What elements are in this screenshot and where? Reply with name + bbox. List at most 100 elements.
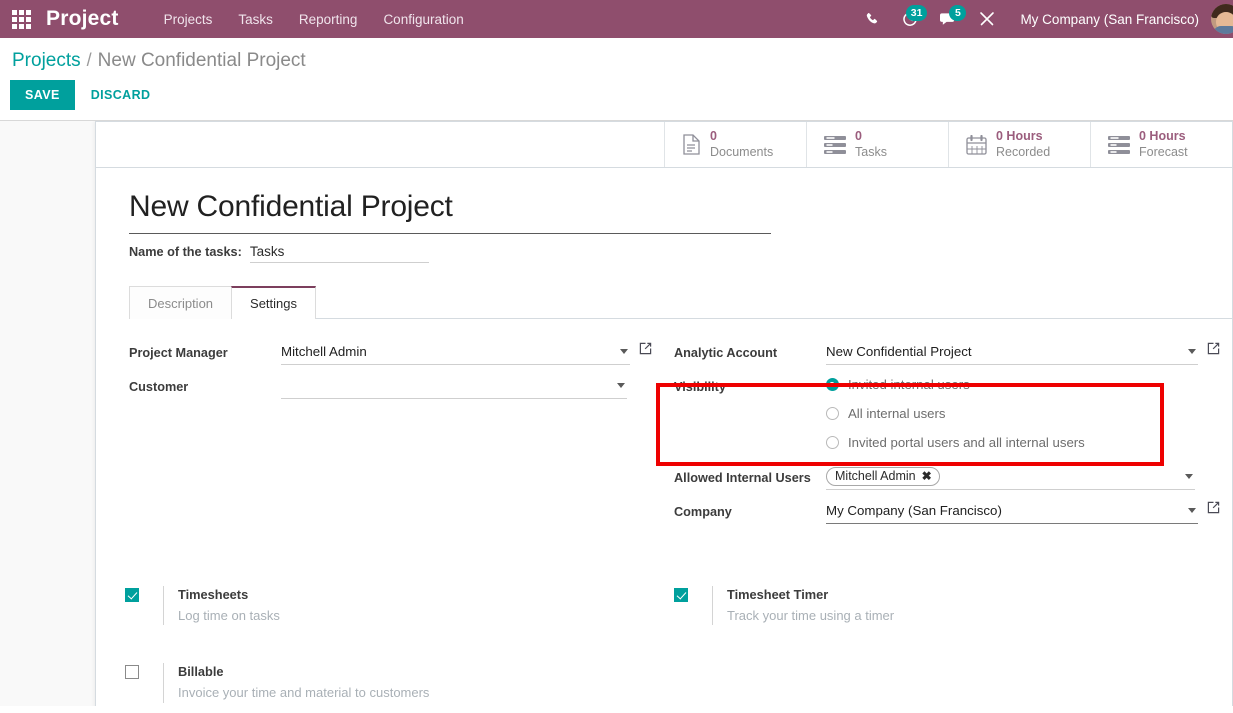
field-analytic-account: Analytic Account New Confidential Projec… bbox=[674, 341, 1220, 367]
radio-all-internal-users[interactable]: All internal users bbox=[826, 406, 1085, 421]
field-project-manager: Project Manager Mitchell Admin bbox=[129, 341, 652, 367]
allowed-users-input[interactable]: Mitchell Admin ✖ bbox=[826, 467, 1179, 486]
setting-timesheets: Timesheets Log time on tasks bbox=[96, 586, 664, 626]
stat-value: 0 bbox=[710, 129, 717, 144]
allowed-internal-users-label: Allowed Internal Users bbox=[674, 471, 811, 485]
menu-item-configuration[interactable]: Configuration bbox=[370, 2, 476, 37]
field-visibility: Visibility Invited internal users All in… bbox=[674, 375, 1220, 450]
chevron-down-icon[interactable] bbox=[620, 349, 628, 354]
stat-label: Recorded bbox=[996, 144, 1051, 159]
visibility-label: Visibility bbox=[674, 380, 726, 394]
main-menu: Projects Tasks Reporting Configuration bbox=[151, 2, 477, 37]
save-button[interactable]: SAVE bbox=[10, 80, 75, 110]
stat-label: Tasks bbox=[855, 144, 887, 159]
stat-value: 0 Hours bbox=[1139, 129, 1186, 144]
stat-button-hours-recorded[interactable]: 0 Hours Recorded bbox=[948, 122, 1090, 167]
setting-billable: Billable Invoice your time and material … bbox=[96, 663, 664, 703]
control-panel: Projects / New Confidential Project SAVE… bbox=[0, 38, 1233, 121]
stat-button-tasks[interactable]: 0 Tasks bbox=[806, 122, 948, 167]
external-link-icon[interactable] bbox=[639, 342, 652, 360]
tab-description[interactable]: Description bbox=[129, 286, 233, 319]
stat-value: 0 bbox=[855, 129, 862, 144]
content-area: 0 Documents 0 Tasks 0 Hours Recorded 0 H… bbox=[0, 121, 1233, 706]
timesheets-checkbox[interactable] bbox=[125, 588, 139, 602]
radio-indicator[interactable] bbox=[826, 378, 839, 391]
chevron-down-icon[interactable] bbox=[1185, 474, 1193, 479]
radio-invited-portal-and-internal-users[interactable]: Invited portal users and all internal us… bbox=[826, 435, 1085, 450]
document-icon bbox=[682, 134, 701, 155]
discard-button[interactable]: DISCARD bbox=[79, 80, 163, 110]
breadcrumb-projects-link[interactable]: Projects bbox=[12, 50, 81, 72]
tasks-name-label: Name of the tasks: bbox=[129, 245, 242, 259]
chevron-down-icon[interactable] bbox=[617, 383, 625, 388]
clock-activity-icon[interactable]: 31 bbox=[891, 0, 929, 38]
tasks-name-field: Name of the tasks: Tasks bbox=[129, 244, 429, 263]
menu-item-reporting[interactable]: Reporting bbox=[286, 2, 371, 37]
breadcrumb: Projects / New Confidential Project bbox=[0, 50, 1233, 80]
breadcrumb-separator: / bbox=[86, 50, 92, 70]
chat-bubble-icon[interactable]: 5 bbox=[929, 0, 968, 38]
form-column-right: Analytic Account New Confidential Projec… bbox=[664, 341, 1232, 534]
user-tag-label: Mitchell Admin bbox=[835, 469, 916, 483]
navbar-systray: 31 5 My Company (San Francisco) bbox=[854, 0, 1233, 38]
setting-description: Invoice your time and material to custom… bbox=[178, 684, 430, 700]
user-avatar[interactable] bbox=[1211, 4, 1233, 34]
forecast-list-icon bbox=[1108, 135, 1130, 154]
setting-timesheet-timer: Timesheet Timer Track your time using a … bbox=[664, 586, 1232, 626]
stat-button-documents[interactable]: 0 Documents bbox=[664, 122, 806, 167]
record-sheet: 0 Documents 0 Tasks 0 Hours Recorded 0 H… bbox=[95, 121, 1233, 706]
phone-icon[interactable] bbox=[854, 0, 891, 38]
tasks-name-input[interactable]: Tasks bbox=[249, 244, 429, 263]
setting-title: Timesheets bbox=[178, 587, 249, 602]
breadcrumb-current: New Confidential Project bbox=[97, 50, 306, 71]
field-allowed-internal-users: Allowed Internal Users Mitchell Admin ✖ bbox=[674, 466, 1220, 492]
external-link-icon[interactable] bbox=[1207, 342, 1220, 360]
app-brand-title[interactable]: Project bbox=[46, 7, 119, 31]
radio-label: Invited internal users bbox=[848, 377, 970, 392]
radio-indicator[interactable] bbox=[826, 436, 839, 449]
billable-checkbox[interactable] bbox=[125, 665, 139, 680]
calendar-icon bbox=[966, 134, 987, 155]
external-link-icon[interactable] bbox=[1207, 501, 1220, 519]
chevron-down-icon[interactable] bbox=[1188, 349, 1196, 354]
menu-item-tasks[interactable]: Tasks bbox=[225, 2, 286, 37]
top-navbar: Project Projects Tasks Reporting Configu… bbox=[0, 0, 1233, 38]
timesheet-timer-checkbox[interactable] bbox=[674, 588, 688, 602]
menu-item-projects[interactable]: Projects bbox=[151, 2, 226, 37]
setting-description: Log time on tasks bbox=[178, 607, 280, 623]
title-block: New Confidential Project Name of the tas… bbox=[96, 168, 1232, 263]
setting-title: Timesheet Timer bbox=[727, 587, 829, 602]
stat-label: Documents bbox=[710, 144, 774, 159]
tabs-filler bbox=[315, 285, 1232, 318]
project-manager-label: Project Manager bbox=[129, 346, 228, 360]
analytic-account-input[interactable]: New Confidential Project bbox=[826, 344, 1182, 359]
company-switcher[interactable]: My Company (San Francisco) bbox=[1006, 12, 1211, 27]
analytic-account-label: Analytic Account bbox=[674, 346, 778, 360]
activity-count-badge: 31 bbox=[905, 5, 928, 21]
apps-grid-icon[interactable] bbox=[4, 0, 38, 38]
radio-label: All internal users bbox=[848, 406, 946, 421]
record-action-buttons: SAVE DISCARD bbox=[0, 80, 1233, 110]
visibility-radio-group: Invited internal users All internal user… bbox=[826, 375, 1085, 450]
chevron-down-icon[interactable] bbox=[1188, 508, 1196, 513]
radio-invited-internal-users[interactable]: Invited internal users bbox=[826, 377, 1085, 392]
stat-value: 0 Hours bbox=[996, 129, 1043, 144]
notebook-tabs: Description Settings bbox=[129, 285, 1232, 319]
radio-label: Invited portal users and all internal us… bbox=[848, 435, 1085, 450]
company-label: Company bbox=[674, 505, 732, 519]
tab-settings[interactable]: Settings bbox=[231, 286, 317, 319]
stat-label: Forecast bbox=[1139, 144, 1188, 159]
tasks-list-icon bbox=[824, 135, 846, 154]
wrench-tools-icon[interactable] bbox=[968, 0, 1006, 38]
setting-description: Track your time using a timer bbox=[727, 607, 895, 623]
project-name-input[interactable]: New Confidential Project bbox=[129, 190, 771, 234]
remove-tag-icon[interactable]: ✖ bbox=[922, 469, 932, 483]
project-manager-input[interactable]: Mitchell Admin bbox=[281, 344, 614, 359]
user-tag-chip[interactable]: Mitchell Admin ✖ bbox=[826, 467, 940, 486]
field-customer: Customer bbox=[129, 375, 652, 401]
stat-button-hours-forecast[interactable]: 0 Hours Forecast bbox=[1090, 122, 1232, 167]
form-column-left: Project Manager Mitchell Admin Customer bbox=[96, 341, 664, 534]
radio-indicator[interactable] bbox=[826, 407, 839, 420]
company-input[interactable]: My Company (San Francisco) bbox=[826, 503, 1182, 518]
field-company: Company My Company (San Francisco) bbox=[674, 500, 1220, 526]
